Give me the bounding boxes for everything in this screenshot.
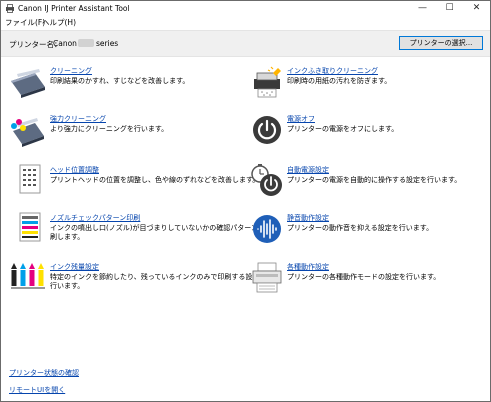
printer-model-redacted <box>78 39 94 47</box>
cleaning-desc: 印刷結果のかすれ、すじなどを改善します。 <box>50 77 190 85</box>
app-window: Canon IJ Printer Assistant Tool — ☐ ✕ ファ… <box>0 0 491 402</box>
printer-series-value: series <box>96 39 119 48</box>
deep-cleaning-desc: より強力にクリーニングを行います。 <box>50 125 169 133</box>
minimize-button[interactable]: — <box>409 1 436 16</box>
cleaning-title[interactable]: クリーニング <box>50 66 92 76</box>
printer-status-link[interactable]: プリンター状態の確認 <box>9 368 79 378</box>
ink-settings-title[interactable]: インク残量設定 <box>50 262 99 272</box>
power-off-desc: プリンターの電源をオフにします。 <box>287 125 399 133</box>
printer-selection-bar: プリンター名： Canon series プリンターの選択... <box>1 30 490 57</box>
window-title: Canon IJ Printer Assistant Tool <box>18 4 130 13</box>
printer-name-value: Canon <box>53 39 77 48</box>
power-off-icon <box>253 116 281 144</box>
ink-wipe-cleaning-title[interactable]: インクふき取りクリーニング <box>287 66 378 76</box>
auto-power-timer-icon <box>251 164 282 196</box>
auto-power-title[interactable]: 自動電源設定 <box>287 165 329 175</box>
printer-app-icon <box>6 4 14 13</box>
nozzle-check-desc-line2: 刷します。 <box>50 233 85 241</box>
alignment-sheet-icon <box>19 164 41 194</box>
quiet-mode-desc: プリンターの動作音を抑える設定を行います。 <box>287 224 434 232</box>
menu-file[interactable]: ファイル(F) <box>5 17 45 28</box>
head-alignment-desc: プリントヘッドの位置を調整し、色や線のずれなどを改善します。 <box>50 176 260 184</box>
auto-power-desc: プリンターの電源を自動的に操作する設定を行います。 <box>287 176 462 184</box>
quiet-mode-icon <box>253 215 281 243</box>
printer-settings-icon <box>252 262 282 293</box>
deep-cleaning-icon <box>11 118 44 147</box>
cleaning-icon <box>11 69 45 98</box>
close-button[interactable]: ✕ <box>463 1 490 16</box>
select-printer-button[interactable]: プリンターの選択... <box>399 36 483 50</box>
ink-wipe-cleaning-desc: 印刷時の用紙の汚れを防ぎます。 <box>287 77 392 85</box>
printer-wipe-icon <box>254 66 281 98</box>
menu-help[interactable]: ヘルプ(H) <box>42 17 76 28</box>
maximize-button[interactable]: ☐ <box>436 1 463 16</box>
operation-settings-desc: プリンターの各種動作モードの設定を行います。 <box>287 273 441 281</box>
head-alignment-title[interactable]: ヘッド位置調整 <box>50 165 99 175</box>
quiet-mode-title[interactable]: 静音動作設定 <box>287 213 329 223</box>
title-bar: Canon IJ Printer Assistant Tool — ☐ ✕ <box>1 1 490 16</box>
nozzle-check-title[interactable]: ノズルチェックパターン印刷 <box>50 213 140 223</box>
deep-cleaning-title[interactable]: 強力クリーニング <box>50 114 106 124</box>
remote-ui-link[interactable]: リモートUIを開く <box>9 385 65 395</box>
nozzle-check-sheet-icon <box>19 212 41 242</box>
operation-settings-title[interactable]: 各種動作設定 <box>287 262 329 272</box>
power-off-title[interactable]: 電源オフ <box>287 114 315 124</box>
nozzle-check-desc-line1: インクの噴出し口(ノズル)が目づまりしていないかの確認パターンを印 <box>50 224 272 232</box>
menu-bar: ファイル(F) ヘルプ(H) <box>1 16 490 29</box>
ink-tanks-icon <box>11 263 45 289</box>
ink-settings-desc-line2: 行います。 <box>50 282 85 290</box>
ink-settings-desc-line1: 特定のインクを節約したり、残っているインクのみで印刷する設定を <box>50 273 267 281</box>
